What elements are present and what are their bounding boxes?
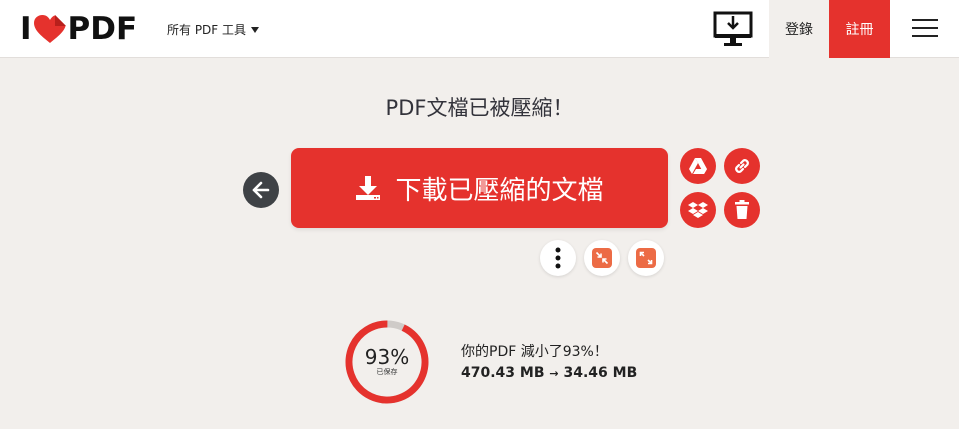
more-vertical-icon: [555, 247, 561, 269]
expand-tile: [636, 248, 656, 268]
compress-tile: [592, 248, 612, 268]
size-comparison: 470.43 MB → 34.46 MB: [461, 362, 637, 385]
login-button[interactable]: 登錄: [769, 0, 829, 58]
all-pdf-tools-label: 所有 PDF 工具: [167, 23, 247, 37]
share-link-button[interactable]: [724, 148, 760, 184]
compress-icon: [595, 251, 609, 265]
download-button-label: 下載已壓縮的文檔: [395, 175, 604, 206]
trash-icon: [735, 200, 749, 219]
desktop-download-icon: [713, 11, 753, 46]
arrow-left-icon: [252, 181, 270, 199]
delete-file-button[interactable]: [724, 192, 760, 228]
expand-tool-button[interactable]: [628, 240, 664, 276]
reduction-message: 你的PDF 減小了93%！: [461, 344, 608, 360]
back-button[interactable]: [243, 172, 279, 208]
result-title: PDF文檔已被壓縮！: [385, 96, 574, 120]
top-navbar: I PDF 所有 PDF 工具 登錄 註冊: [0, 0, 959, 58]
original-size: 470.43 MB: [461, 365, 545, 381]
hamburger-menu-icon[interactable]: [912, 17, 938, 39]
heart-logo-icon: [33, 15, 66, 43]
link-icon: [735, 159, 749, 173]
desktop-app-download-button[interactable]: [712, 10, 754, 48]
download-icon: [356, 176, 381, 200]
logo-text-i: I: [20, 11, 32, 47]
compressed-size: 34.46 MB: [563, 365, 638, 381]
logo-text-pdf: PDF: [67, 11, 138, 47]
expand-icon: [639, 251, 653, 265]
ilovepdf-logo[interactable]: I PDF: [20, 11, 137, 47]
arrow-right-icon: →: [549, 367, 559, 380]
save-to-dropbox-button[interactable]: [680, 192, 716, 228]
compress-again-button[interactable]: [584, 240, 620, 276]
download-compressed-button[interactable]: 下載已壓縮的文檔: [291, 148, 668, 228]
signup-button[interactable]: 註冊: [829, 0, 890, 58]
save-to-google-drive-button[interactable]: [680, 148, 716, 184]
compression-summary: 你的PDF 減小了93%！ 470.43 MB → 34.46 MB: [461, 342, 637, 385]
dropbox-icon: [688, 202, 708, 218]
google-drive-icon: [689, 158, 707, 174]
all-pdf-tools-menu[interactable]: 所有 PDF 工具: [167, 21, 260, 38]
saved-percent: 93%: [364, 345, 410, 369]
more-options-button[interactable]: [540, 240, 576, 276]
saved-caption: 已保存: [376, 368, 398, 376]
caret-down-icon: [251, 26, 260, 33]
gauge-label: 93% 已保存: [344, 346, 430, 377]
